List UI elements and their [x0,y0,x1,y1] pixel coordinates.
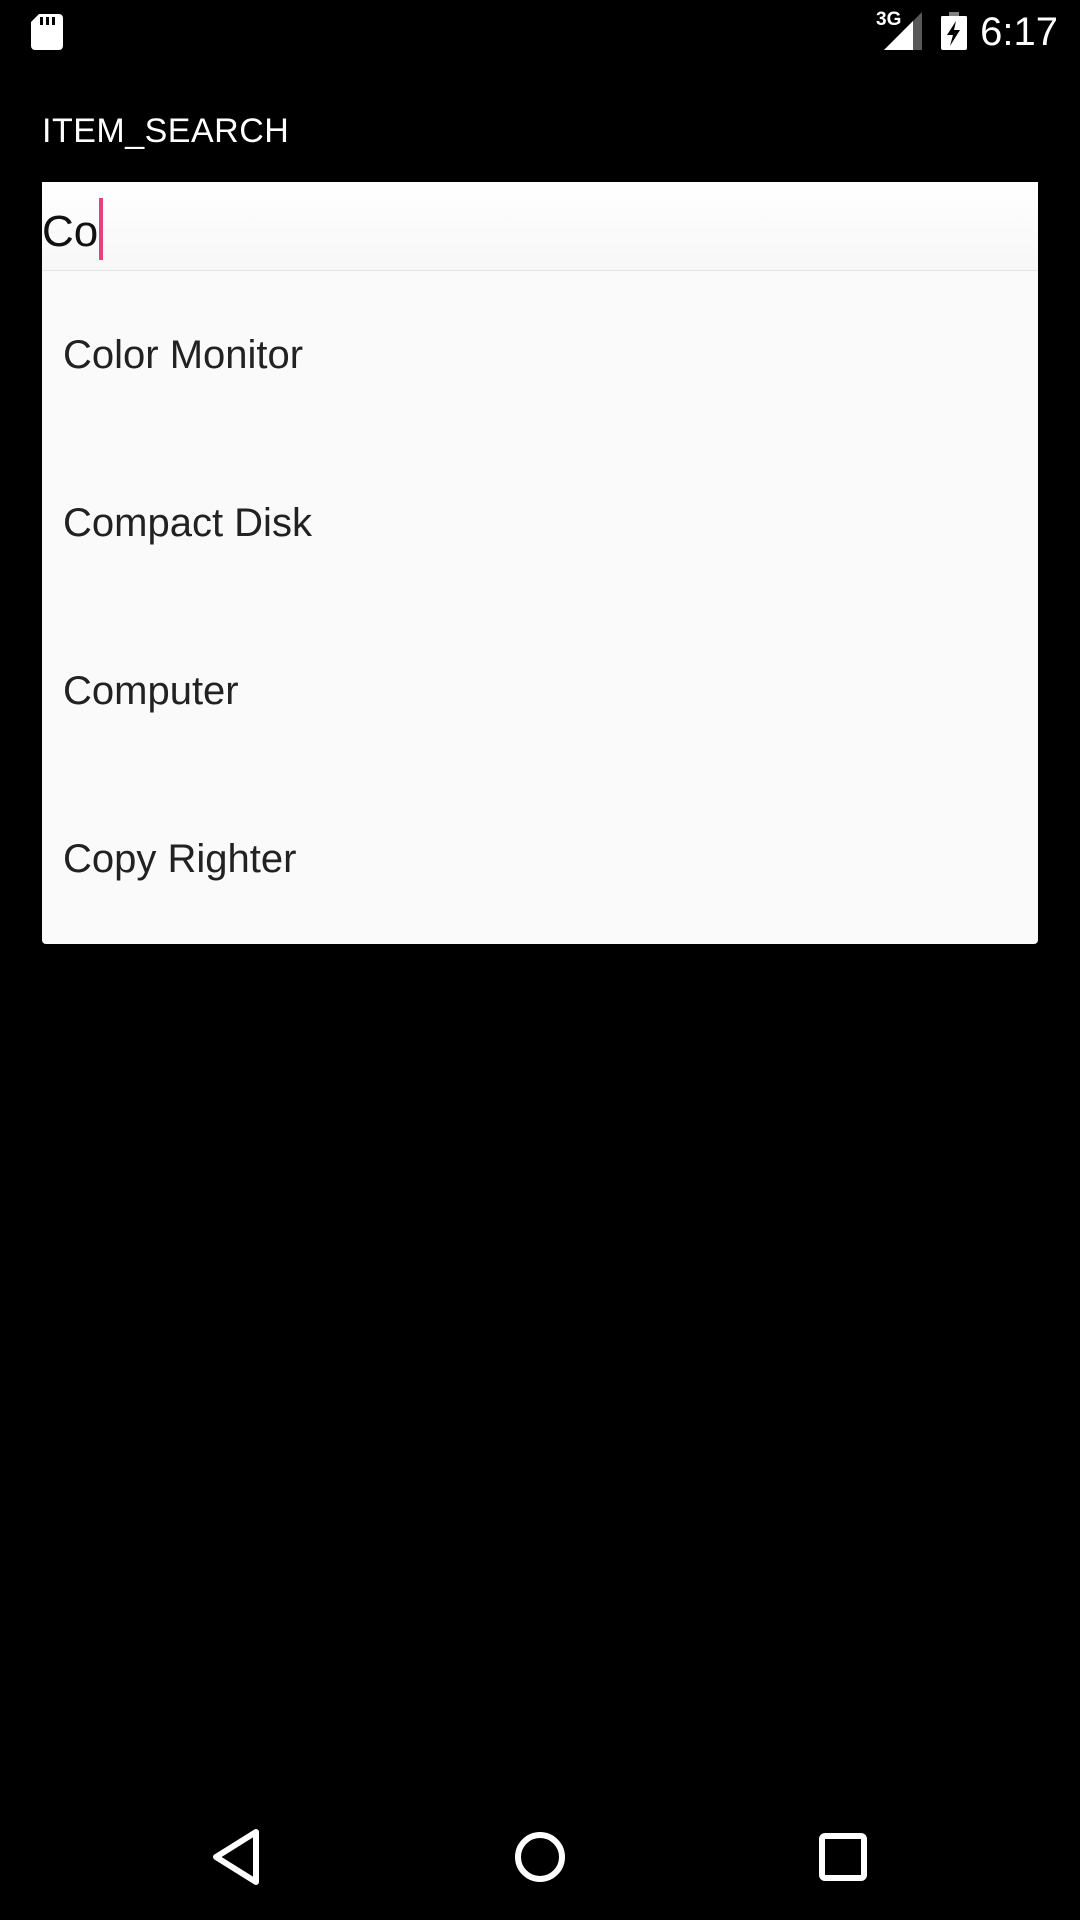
battery-charging-icon [941,12,967,50]
back-icon[interactable] [202,1822,272,1892]
suggestion-label: Color Monitor [63,332,304,377]
suggestion-label: Compact Disk [63,500,312,545]
suggestion-item[interactable]: Compact Disk [42,439,1038,607]
suggestion-item[interactable]: Computer [42,607,1038,775]
status-bar: 3G 6:17 [0,0,1080,64]
home-icon[interactable] [505,1822,575,1892]
suggestion-item[interactable]: Color Monitor [42,271,1038,439]
clock: 6:17 [980,10,1058,54]
navigation-bar [0,1792,1080,1920]
sd-card-icon [31,14,63,50]
suggestion-label: Computer [63,668,239,713]
text-cursor [99,198,104,260]
signal-icon [884,12,922,50]
search-input-value: Co [42,198,104,260]
suggestion-label: Copy Righter [63,836,297,881]
search-input[interactable]: Co [42,182,1038,271]
page-title: ITEM_SEARCH [42,112,290,150]
suggestion-item[interactable]: Copy Righter [42,775,1038,943]
autocomplete-dropdown: Color Monitor Compact Disk Computer Copy… [42,271,1038,944]
recents-icon[interactable] [808,1822,878,1892]
